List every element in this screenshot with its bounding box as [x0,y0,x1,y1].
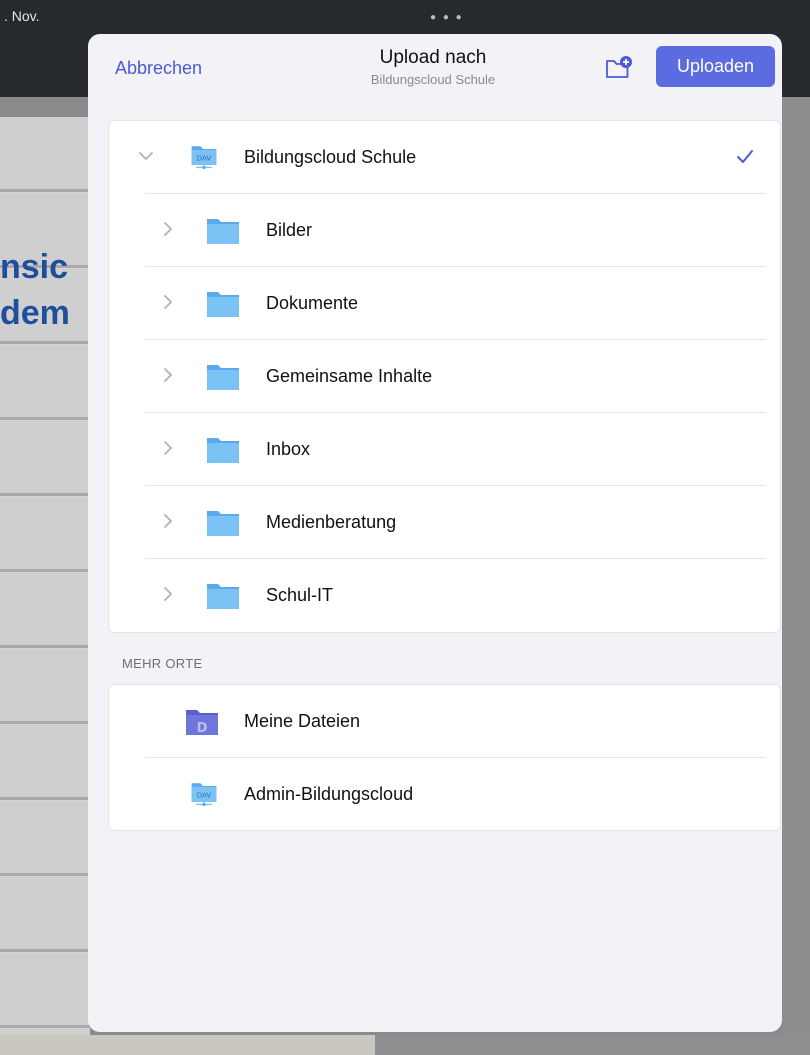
sheet-header: Abbrechen Upload nach Bildungscloud Schu… [88,34,782,100]
place-row-meine-dateien[interactable]: D Meine Dateien [109,685,780,758]
my-files-folder-icon: D [186,710,218,736]
sheet-title: Upload nach [379,47,487,68]
folder-label: Dokumente [266,293,359,313]
tree-root-row[interactable]: DAV Bildungscloud Schule [109,121,780,194]
tree-root-label: Bildungscloud Schule [244,147,417,167]
more-places-list: D Meine Dateien DAV Admin-Bildungscloud [108,684,781,831]
svg-text:DAV: DAV [197,153,212,162]
folder-label: Inbox [266,439,311,459]
folder-label: Bilder [266,220,313,240]
chevron-right-icon[interactable] [159,220,177,238]
folder-icon [207,292,239,317]
place-label: Admin-Bildungscloud [244,784,414,804]
cancel-button[interactable]: Abbrechen [115,58,202,79]
checkmark-icon [737,150,753,163]
folder-icon [207,511,239,536]
sheet-title-block: Upload nach Bildungscloud Schule [268,47,598,87]
folder-plus-icon [606,56,632,78]
chevron-right-icon[interactable] [159,512,177,530]
chevron-right-icon[interactable] [159,439,177,457]
folder-row-dokumente[interactable]: Dokumente [109,267,780,340]
folder-label: Medienberatung [266,512,397,532]
svg-text:D: D [197,721,208,736]
new-folder-button[interactable] [604,54,634,82]
background-right-edge [782,97,810,1037]
chevron-right-icon[interactable] [159,366,177,384]
folder-icon [207,438,239,463]
folder-label: Gemeinsame Inhalte [266,366,433,386]
svg-text:DAV: DAV [197,790,212,799]
destination-tree: DAV Bildungscloud Schule Bilder Dokument… [108,120,781,633]
status-date: . Nov. [4,8,40,24]
sheet-subtitle: Bildungscloud Schule [370,72,496,87]
background-bottom-strip-right [375,1035,810,1055]
chevron-right-icon[interactable] [159,293,177,311]
upload-destination-sheet: Abbrechen Upload nach Bildungscloud Schu… [88,34,782,1032]
folder-row-bilder[interactable]: Bilder [109,194,780,267]
background-text-fragment-1: nsic [0,248,69,286]
folder-row-gemeinsame-inhalte[interactable]: Gemeinsame Inhalte [109,340,780,413]
folder-label: Schul-IT [266,585,334,605]
chevron-down-icon[interactable] [137,147,155,165]
folder-row-medienberatung[interactable]: Medienberatung [109,486,780,559]
webdav-folder-icon: DAV [191,146,217,170]
folder-icon [207,584,239,609]
folder-icon [207,219,239,244]
upload-button[interactable]: Uploaden [656,46,775,87]
folder-row-schul-it[interactable]: Schul-IT [109,559,780,632]
background-bottom-strip [0,1035,375,1055]
place-label: Meine Dateien [244,711,361,731]
chevron-right-icon[interactable] [159,585,177,603]
background-text-fragment-2: dem [0,294,70,332]
webdav-folder-icon: DAV [191,783,217,807]
section-header-more-places: MEHR ORTE [122,656,203,671]
folder-icon [207,365,239,390]
folder-row-inbox[interactable]: Inbox [109,413,780,486]
place-row-admin-bildungscloud[interactable]: DAV Admin-Bildungscloud [109,758,780,830]
multitasking-dots-icon[interactable]: ● ● ● [430,12,464,23]
